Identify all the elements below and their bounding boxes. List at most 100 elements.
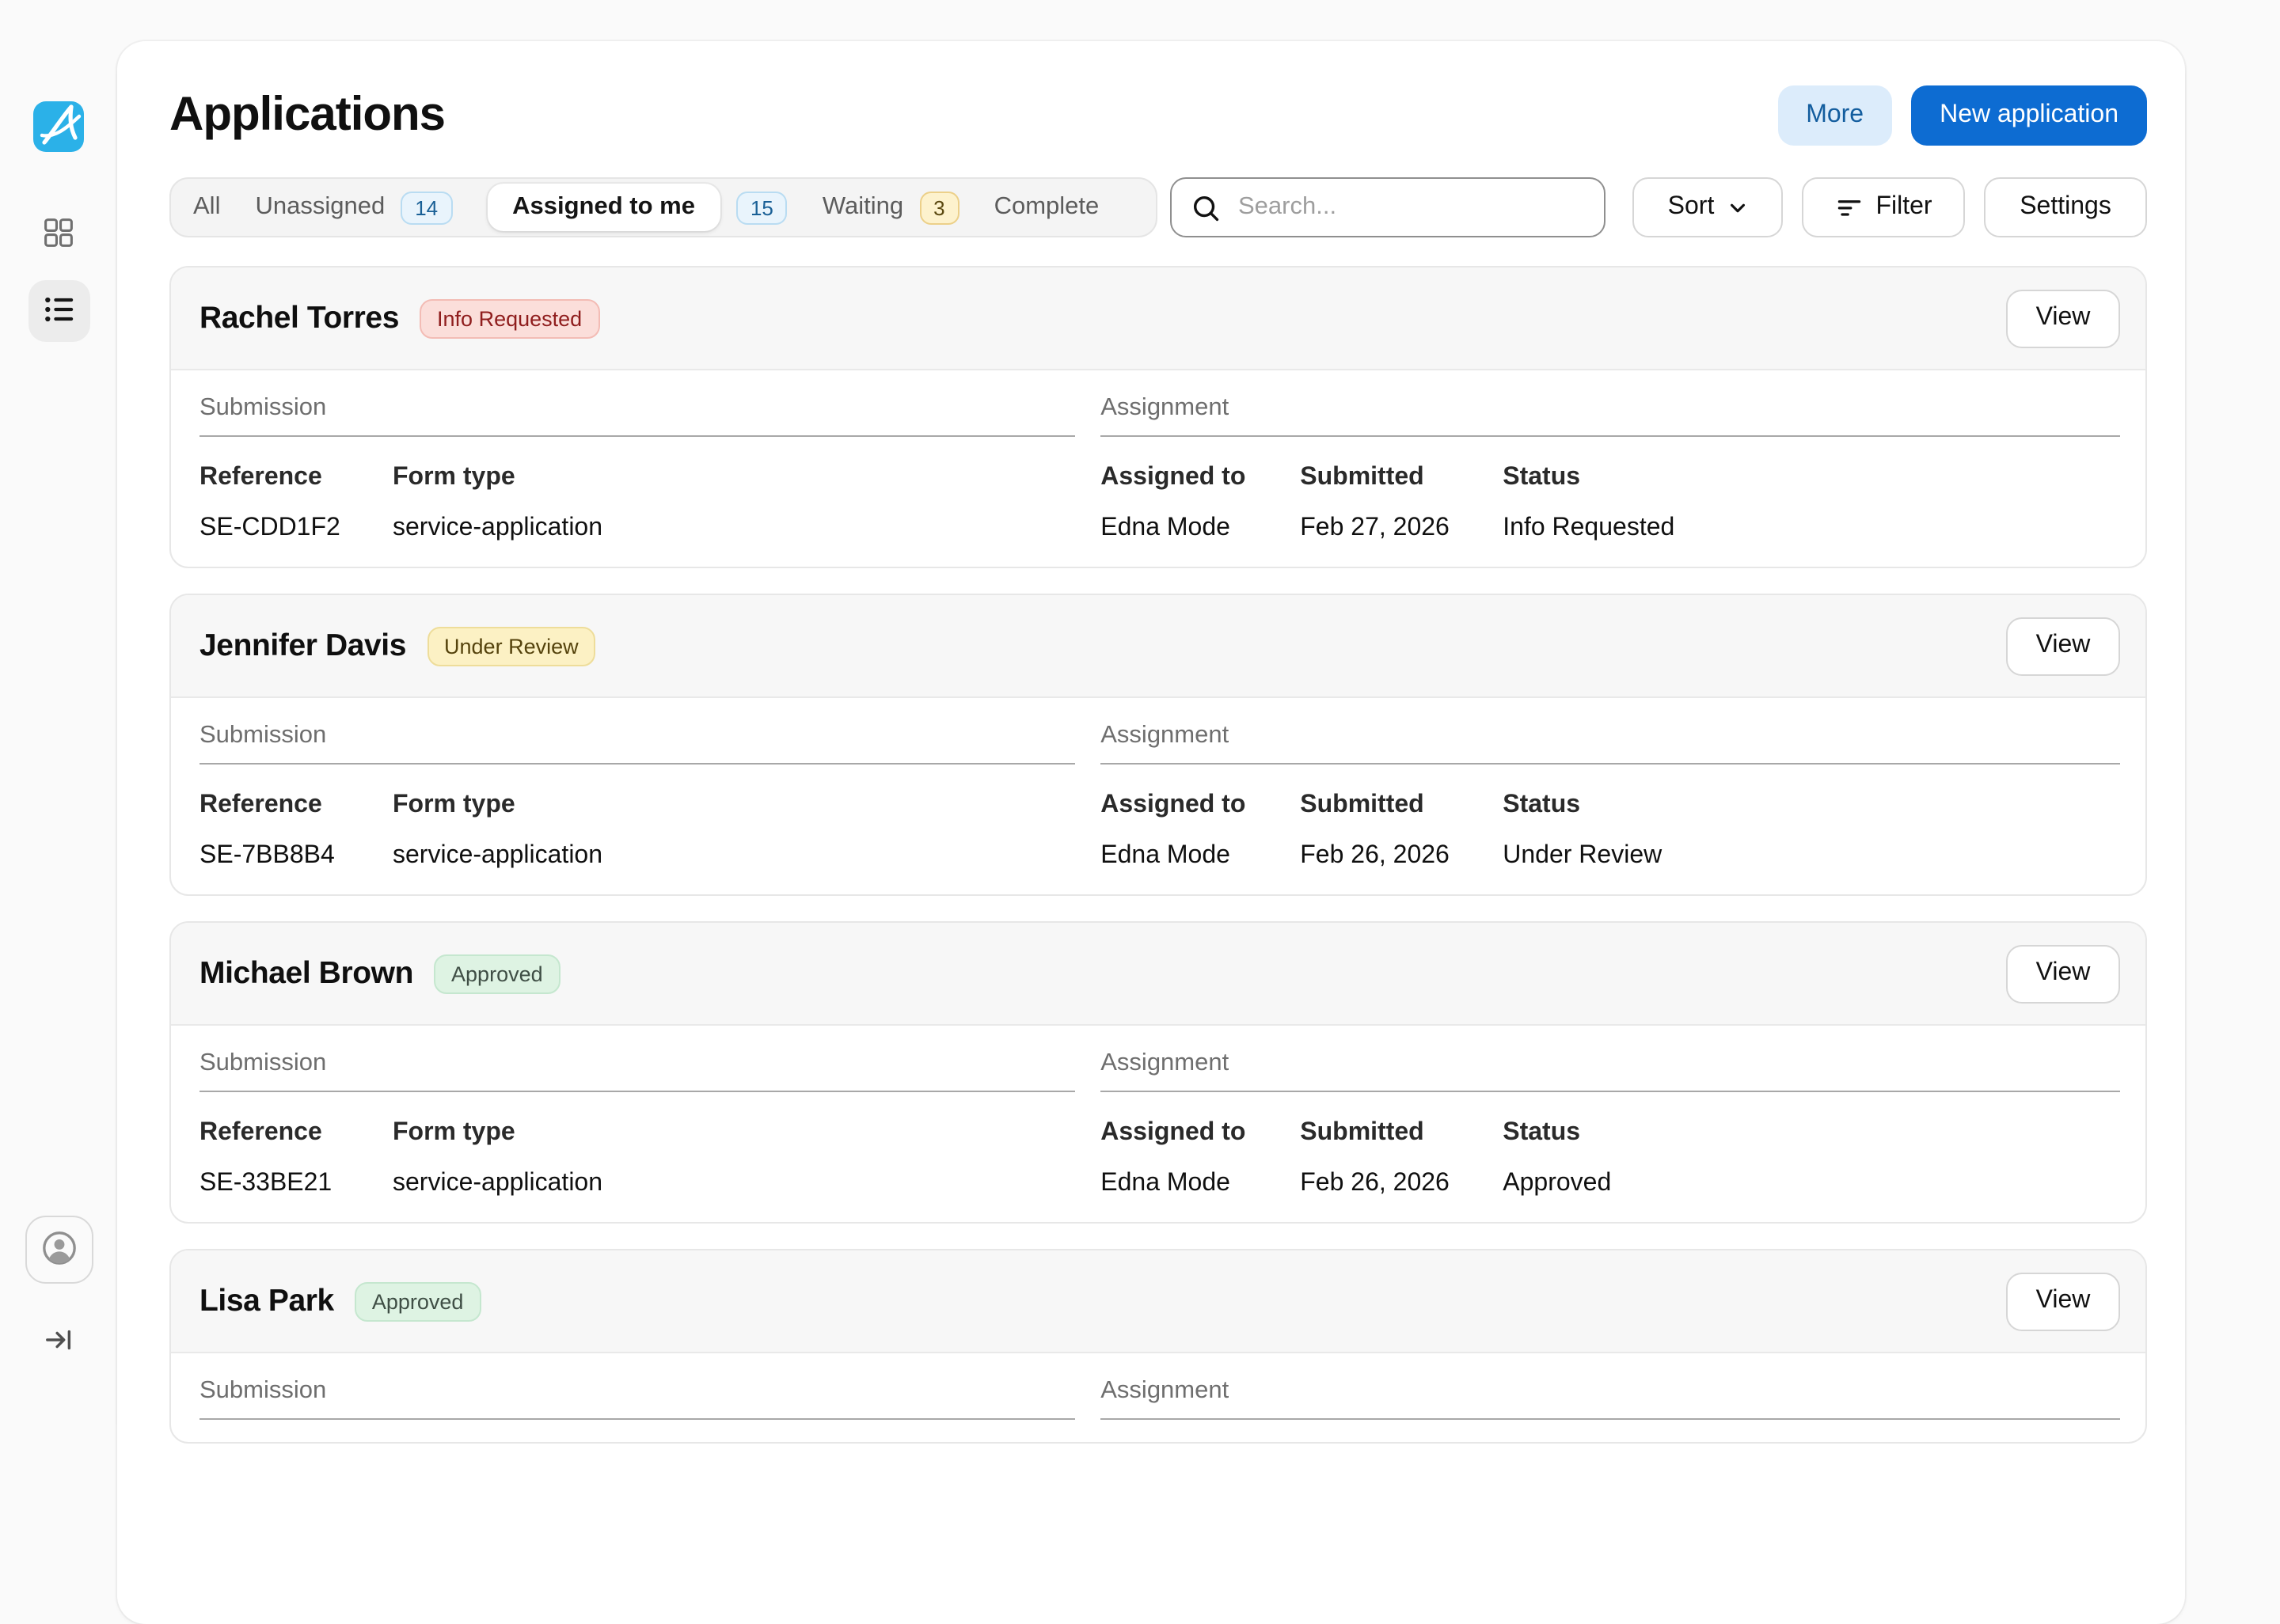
status-value: Under Review: [1503, 840, 1662, 872]
column-header: Assigned to: [1100, 1117, 1300, 1149]
form-type-value: service-application: [393, 513, 602, 544]
submitted-value: Feb 26, 2026: [1300, 840, 1503, 872]
form-type-value: service-application: [393, 1168, 602, 1200]
page-title: Applications: [169, 89, 445, 142]
filter-lines-icon: [1834, 193, 1863, 222]
assigned-to-value: Edna Mode: [1100, 513, 1300, 544]
new-application-button[interactable]: New application: [1911, 85, 2147, 146]
submission-section: Submission Reference SE-7BB8B4 Form type…: [200, 720, 1075, 872]
card-header: Jennifer Davis Under Review View: [171, 595, 2145, 698]
status-badge: Approved: [434, 954, 560, 993]
column-header: Reference: [200, 462, 393, 494]
column-header: Status: [1503, 790, 1662, 821]
application-card: Lisa Park Approved View Submission Assig…: [169, 1249, 2147, 1444]
view-button[interactable]: View: [2006, 944, 2120, 1003]
tab-waiting[interactable]: Waiting 3: [823, 191, 960, 224]
applicant-name: Jennifer Davis: [200, 628, 406, 664]
assigned-to-value: Edna Mode: [1100, 840, 1300, 872]
submitted-value: Feb 27, 2026: [1300, 513, 1503, 544]
collapse-sidebar-button[interactable]: [44, 1325, 74, 1360]
tab-complete[interactable]: Complete: [994, 193, 1100, 222]
filter-button[interactable]: Filter: [1802, 177, 1965, 237]
view-button[interactable]: View: [2006, 1272, 2120, 1330]
divider: [1100, 435, 2120, 437]
divider: [200, 1091, 1075, 1092]
account-button[interactable]: [25, 1216, 93, 1284]
search-icon: [1191, 192, 1221, 222]
column-header: Submitted: [1300, 790, 1503, 821]
column-header: Status: [1503, 1117, 1611, 1149]
card-header: Michael Brown Approved View: [171, 923, 2145, 1026]
tab-assigned-to-me[interactable]: Assigned to me 15: [487, 184, 788, 231]
script-a-logo-icon: [33, 133, 84, 157]
divider: [1100, 1418, 2120, 1420]
tab-count-badge: 15: [736, 191, 788, 224]
sidebar: [0, 0, 117, 1425]
tab-count-badge: 3: [919, 191, 959, 224]
column-header: Form type: [393, 790, 602, 821]
assignment-section: Assignment Assigned to Edna Mode Submitt…: [1100, 1048, 2120, 1200]
more-button[interactable]: More: [1777, 85, 1892, 146]
assignment-section: Assignment: [1100, 1375, 2120, 1420]
status-badge: Approved: [355, 1281, 481, 1321]
sidebar-item-applications-list[interactable]: [28, 280, 89, 342]
form-type-value: service-application: [393, 840, 602, 872]
divider: [200, 763, 1075, 765]
app-logo[interactable]: [33, 101, 84, 152]
column-header: Reference: [200, 790, 393, 821]
applicant-name: Michael Brown: [200, 955, 413, 992]
divider: [1100, 1091, 2120, 1092]
sort-button[interactable]: Sort: [1632, 177, 1783, 237]
sidebar-item-dashboard[interactable]: [43, 218, 74, 250]
toolbar: All Unassigned 14 Assigned to me 15 Wait…: [169, 177, 2147, 237]
applications-list: Rachel Torres Info Requested View Submis…: [169, 266, 2147, 1444]
submitted-value: Feb 26, 2026: [1300, 1168, 1503, 1200]
status-badge: Info Requested: [420, 298, 599, 338]
column-header: Assigned to: [1100, 462, 1300, 494]
search-input[interactable]: [1235, 192, 1585, 223]
view-button[interactable]: View: [2006, 617, 2120, 675]
status-value: Approved: [1503, 1168, 1611, 1200]
search-box: [1170, 177, 1606, 237]
view-button[interactable]: View: [2006, 289, 2120, 347]
column-header: Assigned to: [1100, 790, 1300, 821]
settings-button[interactable]: Settings: [1984, 177, 2147, 237]
page-header: Applications More New application: [169, 85, 2147, 146]
reference-value: SE-CDD1F2: [200, 513, 393, 544]
column-header: Submitted: [1300, 462, 1503, 494]
submission-section: Submission Reference SE-33BE21 Form type…: [200, 1048, 1075, 1200]
tab-count-badge: 14: [401, 191, 452, 224]
card-body: Submission Assignment: [171, 1353, 2145, 1442]
status-tabs: All Unassigned 14 Assigned to me 15 Wait…: [169, 177, 1157, 237]
assignment-section: Assignment Assigned to Edna Mode Submitt…: [1100, 393, 2120, 544]
assigned-to-value: Edna Mode: [1100, 1168, 1300, 1200]
tab-unassigned[interactable]: Unassigned 14: [255, 191, 452, 224]
grid-icon: [43, 216, 74, 252]
application-card: Jennifer Davis Under Review View Submiss…: [169, 594, 2147, 896]
status-value: Info Requested: [1503, 513, 1674, 544]
main-content: Applications More New application All Un…: [117, 41, 2185, 1624]
card-header: Lisa Park Approved View: [171, 1250, 2145, 1353]
chevron-down-icon: [1727, 197, 1747, 218]
application-card: Michael Brown Approved View Submission R…: [169, 921, 2147, 1224]
header-actions: More New application: [1777, 85, 2147, 146]
application-window: Applications More New application All Un…: [0, 0, 2280, 1425]
column-header: Form type: [393, 462, 602, 494]
tab-all[interactable]: All: [193, 193, 220, 222]
divider: [1100, 763, 2120, 765]
reference-value: SE-7BB8B4: [200, 840, 393, 872]
divider: [200, 435, 1075, 437]
assignment-section: Assignment Assigned to Edna Mode Submitt…: [1100, 720, 2120, 872]
column-header: Status: [1503, 462, 1674, 494]
application-card: Rachel Torres Info Requested View Submis…: [169, 266, 2147, 568]
card-body: Submission Reference SE-CDD1F2 Form type…: [171, 370, 2145, 567]
card-header: Rachel Torres Info Requested View: [171, 268, 2145, 370]
card-body: Submission Reference SE-33BE21 Form type…: [171, 1026, 2145, 1222]
divider: [200, 1418, 1075, 1420]
list-icon: [42, 292, 75, 330]
status-badge: Under Review: [427, 626, 596, 666]
card-body: Submission Reference SE-7BB8B4 Form type…: [171, 698, 2145, 894]
reference-value: SE-33BE21: [200, 1168, 393, 1200]
column-header: Submitted: [1300, 1117, 1503, 1149]
submission-section: Submission Reference SE-CDD1F2 Form type…: [200, 393, 1075, 544]
